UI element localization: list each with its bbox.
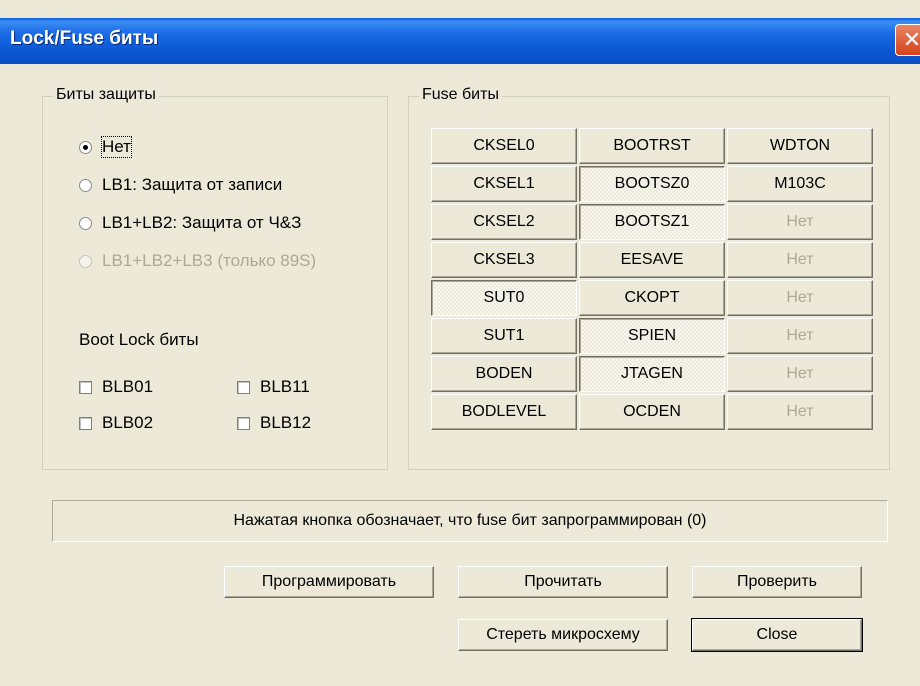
fuse-button-label: Нет (786, 365, 814, 382)
checkbox-box (237, 416, 250, 430)
fuse-button-label: BOOTSZ0 (614, 175, 690, 192)
fuse-button[interactable]: CKOPT (579, 280, 725, 316)
close-icon: ✕ (902, 27, 920, 52)
fuse-bits-group: Fuse биты CKSEL0 CKSEL1 CKSEL2 CKSEL3 SUT0 SU… (408, 86, 890, 470)
fuse-button: Нет (727, 356, 873, 392)
radio-label: LB1+LB2: Защита от Ч&З (102, 213, 302, 232)
fuse-bits-legend: Fuse биты (419, 86, 502, 104)
read-button-label: Прочитать (524, 573, 602, 590)
fuse-button-label: Нет (786, 289, 814, 306)
fuse-button[interactable]: CKSEL1 (431, 166, 577, 202)
checkbox-label: BLB11 (260, 377, 310, 396)
fuse-button-label: BOOTRST (613, 137, 691, 154)
fuse-button-label: JTAGEN (621, 365, 683, 382)
checkbox-label: BLB12 (260, 413, 312, 432)
radio-lock-lb1[interactable]: LB1: Защита от записи (79, 173, 282, 197)
checkbox-blb01[interactable]: BLB01 (79, 376, 153, 398)
checkbox-box (79, 416, 92, 430)
radio-lock-none[interactable]: Нет (79, 135, 132, 159)
checkbox-blb12[interactable]: BLB12 (237, 412, 311, 434)
fuse-button-label: OCDEN (623, 403, 681, 420)
checkbox-box (79, 380, 92, 394)
fuse-button-label: Нет (786, 251, 814, 268)
fuse-button-label: BODLEVEL (461, 403, 547, 420)
fuse-button-label: Нет (786, 403, 814, 420)
fuse-button-label: SUT1 (483, 327, 525, 344)
fuse-button[interactable]: SPIEN (579, 318, 725, 354)
title-bar[interactable]: Lock/Fuse биты ✕ (0, 18, 920, 64)
fuse-button[interactable]: CKSEL0 (431, 128, 577, 164)
fuse-button: Нет (727, 280, 873, 316)
fuse-button-label: CKSEL3 (473, 251, 535, 268)
radio-label: Нет (101, 136, 132, 158)
fuse-button-label: EESAVE (620, 251, 684, 268)
lock-bits-group: Биты защиты Нет LB1: Защита от записи LB… (42, 86, 388, 470)
fuse-button[interactable]: OCDEN (579, 394, 725, 430)
radio-label: LB1+LB2+LB3 (только 89S) (102, 251, 317, 270)
info-bar: Нажатая кнопка обозначает, что fuse бит … (52, 500, 888, 542)
fuse-button: Нет (727, 242, 873, 278)
radio-indicator (79, 254, 92, 268)
lock-bits-legend: Биты защиты (53, 86, 159, 104)
radio-lock-lb1-lb2-lb3: LB1+LB2+LB3 (только 89S) (79, 249, 316, 273)
fuse-button: Нет (727, 318, 873, 354)
radio-lock-lb1-lb2[interactable]: LB1+LB2: Защита от Ч&З (79, 211, 301, 235)
fuse-button-label: CKSEL0 (473, 137, 535, 154)
fuse-button-label: M103C (774, 175, 826, 192)
fuse-button-label: BODEN (475, 365, 533, 382)
checkbox-blb11[interactable]: BLB11 (237, 376, 310, 398)
fuse-button: Нет (727, 204, 873, 240)
fuse-button[interactable]: BODEN (431, 356, 577, 392)
fuse-button-label: CKSEL2 (473, 213, 535, 230)
fuse-button-label: WDTON (769, 137, 831, 154)
fuse-button-label: CKSEL1 (473, 175, 535, 192)
radio-label: LB1: Защита от записи (102, 175, 283, 194)
close-window-button[interactable]: ✕ (895, 24, 920, 56)
fuse-button-label: BOOTSZ1 (614, 213, 690, 230)
verify-button-label: Проверить (736, 573, 817, 590)
fuse-button[interactable]: SUT0 (431, 280, 577, 316)
fuse-button[interactable]: BOOTRST (579, 128, 725, 164)
fuse-button[interactable]: CKSEL2 (431, 204, 577, 240)
checkbox-blb02[interactable]: BLB02 (79, 412, 153, 434)
checkbox-label: BLB02 (102, 413, 154, 432)
program-button[interactable]: Программировать (224, 566, 434, 598)
fuse-button[interactable]: BOOTSZ1 (579, 204, 725, 240)
fuse-button[interactable]: WDTON (727, 128, 873, 164)
info-text: Нажатая кнопка обозначает, что fuse бит … (233, 512, 707, 529)
fuse-button[interactable]: M103C (727, 166, 873, 202)
boot-lock-label: Boot Lock биты (79, 330, 199, 349)
erase-chip-button[interactable]: Стереть микросхему (458, 619, 668, 651)
window-title: Lock/Fuse биты (10, 28, 159, 49)
verify-button[interactable]: Проверить (692, 566, 862, 598)
fuse-button[interactable]: BOOTSZ0 (579, 166, 725, 202)
fuse-button-label: Нет (786, 327, 814, 344)
close-button[interactable]: Close (691, 618, 863, 652)
radio-indicator (79, 140, 92, 154)
close-button-label: Close (756, 626, 798, 643)
fuse-button[interactable]: EESAVE (579, 242, 725, 278)
fuse-button[interactable]: CKSEL3 (431, 242, 577, 278)
fuse-button[interactable]: JTAGEN (579, 356, 725, 392)
fuse-button-label: Нет (786, 213, 814, 230)
fuse-button-label: CKOPT (624, 289, 680, 306)
lock-fuse-dialog: Lock/Fuse биты ✕ Биты защиты Нет LB1: За… (0, 0, 920, 686)
fuse-button-label: SPIEN (627, 327, 676, 344)
fuse-button: Нет (727, 394, 873, 430)
erase-chip-button-label: Стереть микросхему (486, 626, 640, 643)
radio-indicator (79, 178, 92, 192)
fuse-button[interactable]: SUT1 (431, 318, 577, 354)
checkbox-label: BLB01 (102, 377, 154, 396)
checkbox-box (237, 380, 250, 394)
program-button-label: Программировать (261, 573, 397, 590)
read-button[interactable]: Прочитать (458, 566, 668, 598)
fuse-button-label: SUT0 (483, 289, 525, 306)
fuse-button[interactable]: BODLEVEL (431, 394, 577, 430)
radio-indicator (79, 216, 92, 230)
